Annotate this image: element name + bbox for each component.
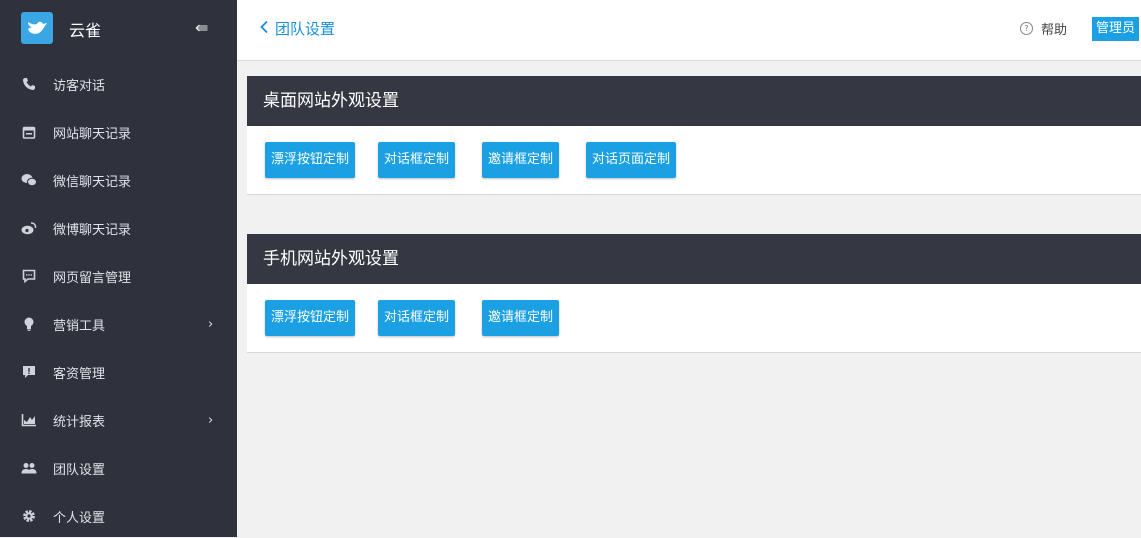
- float-button-customize-button[interactable]: 漂浮按钮定制: [265, 142, 356, 178]
- sidebar-item-label: 微博聊天记录: [53, 222, 132, 238]
- collapse-sidebar-icon[interactable]: ⇚: [195, 18, 208, 37]
- dialog-customize-button[interactable]: 对话框定制: [378, 142, 456, 178]
- calendar-icon: [21, 124, 37, 140]
- section-body: 漂浮按钮定制 对话框定制 邀请框定制 对话页面定制: [247, 126, 1141, 194]
- section-title: 桌面网站外观设置: [247, 76, 1141, 126]
- sidebar-item-website-chat-history[interactable]: 网站聊天记录: [0, 110, 237, 154]
- sidebar-item-marketing-tools[interactable]: 营销工具 ›: [0, 302, 237, 346]
- gear-icon: [21, 508, 37, 524]
- message-icon: [21, 268, 37, 284]
- phone-icon: [21, 76, 37, 92]
- user-role-button[interactable]: 管理员: [1091, 17, 1139, 41]
- sidebar-item-weibo-chat-history[interactable]: 微博聊天记录: [0, 206, 237, 250]
- sidebar-item-personal-settings[interactable]: 个人设置: [0, 494, 237, 538]
- bird-logo-icon: [21, 12, 53, 44]
- top-bar: 团队设置 ? 帮助 管理员: [237, 0, 1141, 61]
- sidebar-item-wechat-chat-history[interactable]: 微信聊天记录: [0, 158, 237, 202]
- sidebar-item-label: 访客对话: [53, 78, 106, 94]
- alert-message-icon: [21, 364, 37, 380]
- chevron-left-icon: [259, 20, 269, 38]
- chat-page-customize-button[interactable]: 对话页面定制: [586, 142, 677, 178]
- chevron-right-icon: ›: [208, 316, 214, 332]
- invite-box-customize-button[interactable]: 邀请框定制: [482, 300, 560, 336]
- sidebar-item-label: 客资管理: [53, 366, 106, 382]
- sidebar-item-label: 微信聊天记录: [53, 174, 132, 190]
- lightbulb-icon: [21, 316, 37, 332]
- sidebar-item-label: 网站聊天记录: [53, 126, 132, 142]
- chart-icon: [21, 412, 37, 428]
- sidebar-item-visitor-chat[interactable]: 访客对话: [0, 62, 237, 106]
- section-title: 手机网站外观设置: [247, 234, 1141, 284]
- weibo-icon: [21, 220, 37, 236]
- float-button-customize-button[interactable]: 漂浮按钮定制: [265, 300, 356, 336]
- brand: 云雀 ⇚: [0, 0, 237, 60]
- sidebar-item-label: 网页留言管理: [53, 270, 132, 286]
- invite-box-customize-button[interactable]: 邀请框定制: [482, 142, 560, 178]
- sidebar-item-team-settings[interactable]: 团队设置: [0, 446, 237, 490]
- sidebar-item-label: 团队设置: [53, 462, 106, 478]
- question-circle-icon: ?: [1019, 22, 1033, 35]
- team-icon: [21, 460, 37, 476]
- desktop-appearance-section: 桌面网站外观设置 漂浮按钮定制 对话框定制 邀请框定制 对话页面定制: [247, 76, 1141, 195]
- dialog-customize-button[interactable]: 对话框定制: [378, 300, 456, 336]
- sidebar: 云雀 ⇚ 访客对话 网站聊天记录 微信聊天记录 微博聊天记录 网页留言管理 营销…: [0, 0, 237, 537]
- brand-name: 云雀: [69, 21, 102, 40]
- section-body: 漂浮按钮定制 对话框定制 邀请框定制: [247, 284, 1141, 352]
- chevron-right-icon: ›: [208, 412, 214, 428]
- help-link[interactable]: ? 帮助: [1019, 19, 1067, 38]
- sidebar-item-web-messages[interactable]: 网页留言管理: [0, 254, 237, 298]
- mobile-appearance-section: 手机网站外观设置 漂浮按钮定制 对话框定制 邀请框定制: [247, 234, 1141, 353]
- help-label: 帮助: [1040, 23, 1067, 38]
- back-link[interactable]: 团队设置: [259, 18, 335, 39]
- sidebar-item-label: 个人设置: [53, 510, 106, 526]
- sidebar-item-customer-management[interactable]: 客资管理: [0, 350, 237, 394]
- sidebar-item-statistics[interactable]: 统计报表 ›: [0, 398, 237, 442]
- sidebar-item-label: 统计报表: [53, 414, 106, 430]
- back-link-label: 团队设置: [275, 20, 336, 38]
- sidebar-item-label: 营销工具: [53, 318, 106, 334]
- wechat-icon: [21, 172, 37, 188]
